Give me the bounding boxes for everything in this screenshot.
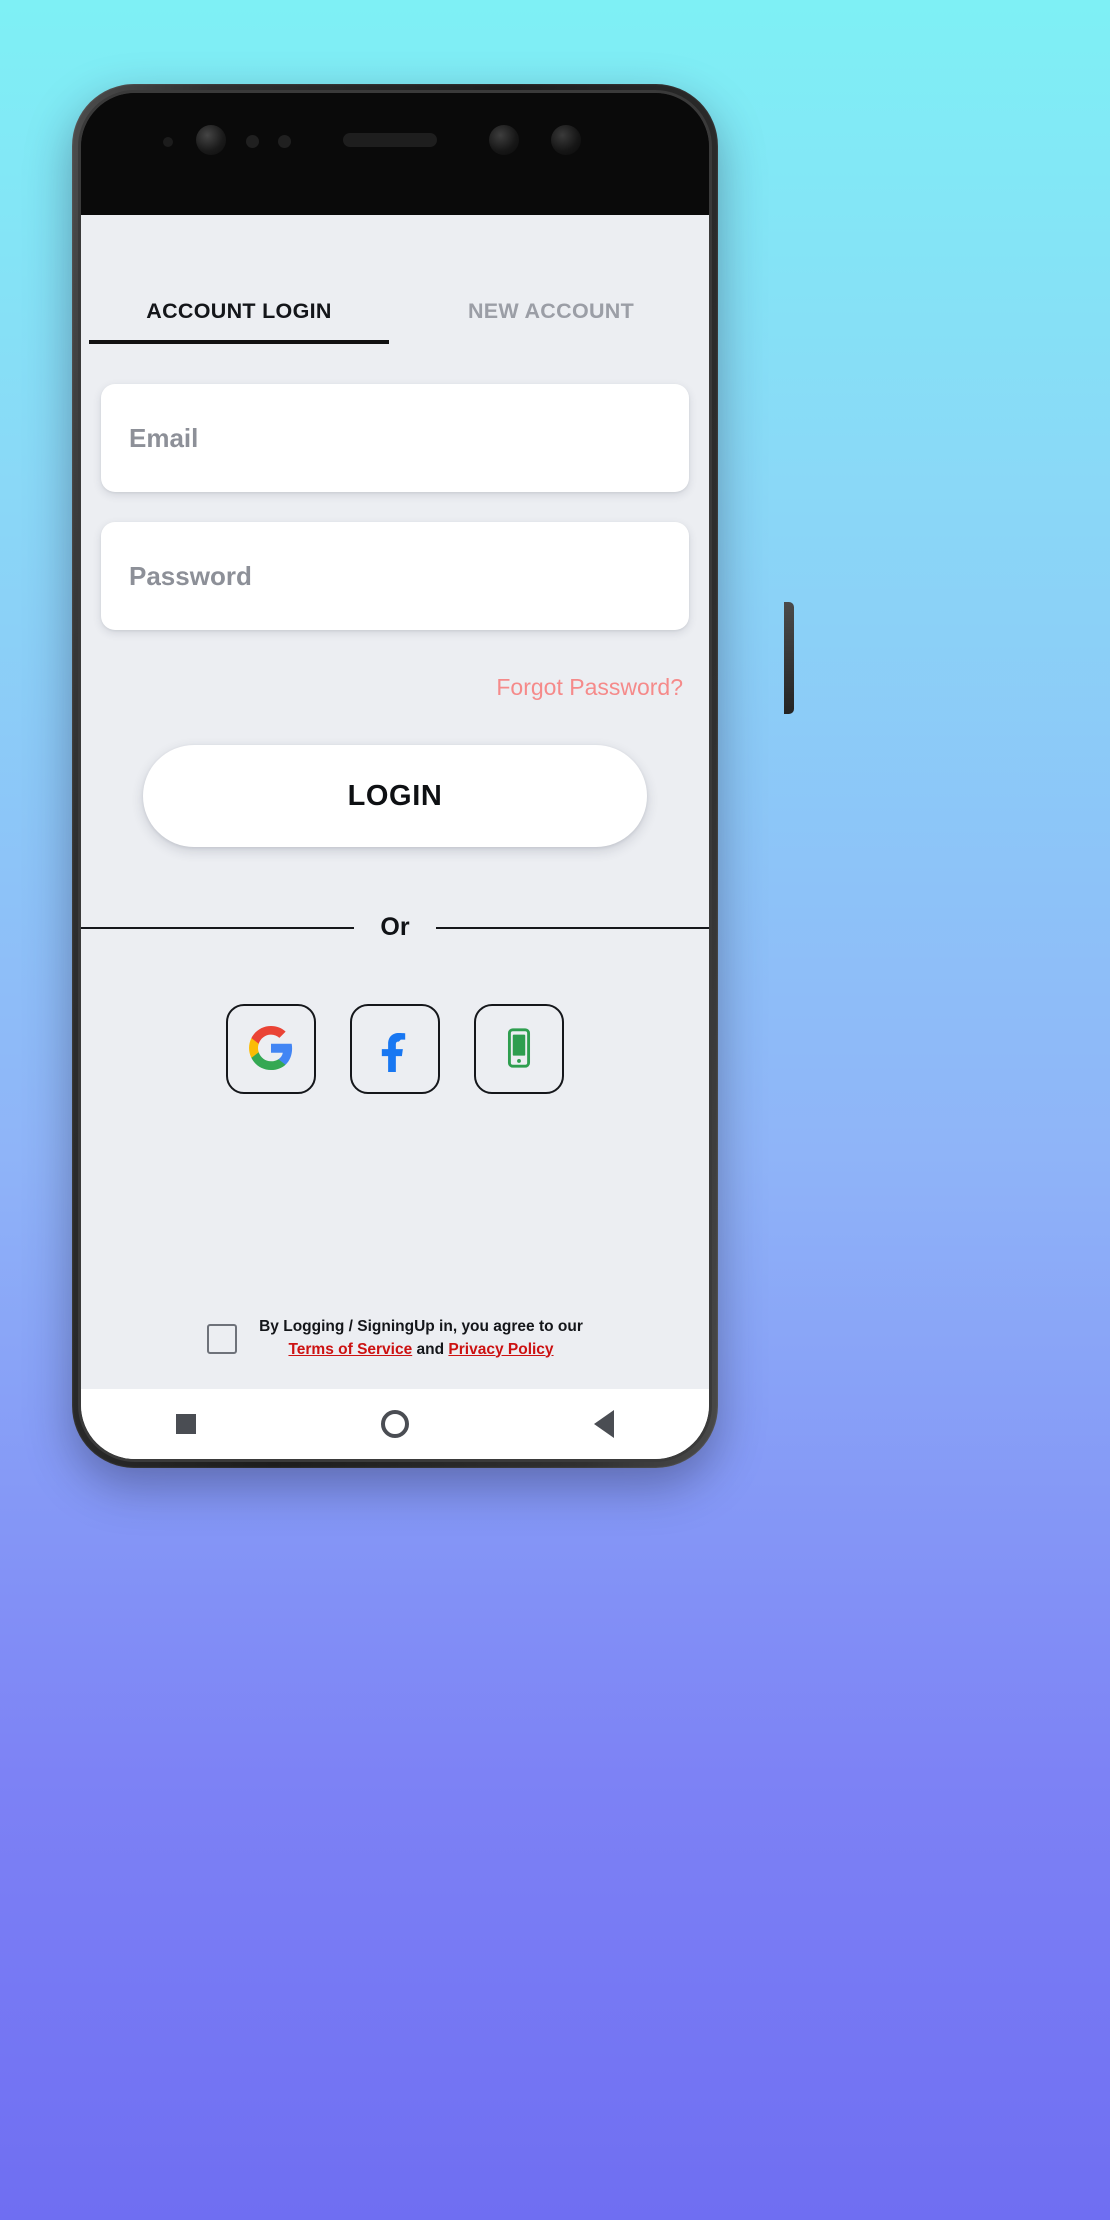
front-camera-icon	[196, 125, 226, 155]
power-button[interactable]	[784, 602, 794, 714]
terms-of-service-link[interactable]: Terms of Service	[288, 1341, 412, 1358]
password-field[interactable]	[101, 522, 689, 630]
home-icon	[380, 1410, 409, 1438]
device-bezel: ACCOUNT LOGIN NEW ACCOUNT Email Forgot P…	[78, 90, 712, 1462]
forgot-password-link[interactable]: Forgot Password?	[496, 674, 683, 700]
back-button[interactable]	[569, 1389, 639, 1459]
phone-top-bezel	[81, 93, 709, 215]
tab-account-login-label: ACCOUNT LOGIN	[146, 299, 332, 323]
or-divider: Or	[81, 913, 709, 942]
terms-text: By Logging / SigningUp in, you agree to …	[259, 1316, 583, 1361]
facebook-login-button[interactable]	[350, 1004, 440, 1094]
led-indicator-icon	[163, 137, 173, 147]
email-field[interactable]	[101, 384, 689, 492]
terms-conjunction: and	[416, 1340, 445, 1358]
login-app: ACCOUNT LOGIN NEW ACCOUNT Email Forgot P…	[81, 215, 709, 1389]
recents-icon	[175, 1414, 196, 1434]
tab-account-login[interactable]: ACCOUNT LOGIN	[83, 299, 395, 344]
proximity-sensor-icon	[246, 135, 259, 148]
divider-label: Or	[380, 913, 410, 941]
iris-scanner-icon	[489, 125, 519, 155]
recents-button[interactable]	[151, 1389, 221, 1459]
phone-login-button[interactable]	[474, 1004, 564, 1094]
auth-tab-bar: ACCOUNT LOGIN NEW ACCOUNT	[81, 299, 709, 344]
back-icon	[594, 1410, 615, 1438]
light-sensor-icon	[278, 135, 291, 148]
credentials-form	[81, 384, 709, 630]
password-input[interactable]	[129, 560, 661, 592]
email-input[interactable]	[129, 422, 661, 454]
android-navigation-bar	[81, 1389, 709, 1459]
tab-new-account[interactable]: NEW ACCOUNT	[395, 299, 707, 344]
home-button[interactable]	[360, 1389, 430, 1459]
login-button[interactable]: LOGIN	[143, 745, 647, 847]
phone-screen: ACCOUNT LOGIN NEW ACCOUNT Email Forgot P…	[81, 215, 709, 1459]
terms-checkbox[interactable]	[207, 1323, 238, 1354]
secondary-camera-icon	[551, 125, 581, 155]
google-icon	[247, 1024, 295, 1075]
privacy-policy-link[interactable]: Privacy Policy	[448, 1341, 553, 1358]
social-login-row	[81, 1004, 709, 1094]
terms-line-1: By Logging / SigningUp in, you agree to …	[259, 1318, 583, 1336]
facebook-icon	[371, 1024, 419, 1075]
login-button-wrap: LOGIN	[81, 745, 709, 847]
divider-rule-left	[81, 926, 355, 929]
divider-rule-right	[435, 926, 709, 929]
google-login-button[interactable]	[226, 1004, 316, 1094]
terms-agreement-row: By Logging / SigningUp in, you agree to …	[81, 1316, 709, 1361]
forgot-password-row: Forgot Password?	[81, 674, 709, 701]
phone-icon	[496, 1025, 542, 1074]
earpiece-speaker	[343, 133, 437, 147]
tab-new-account-label: NEW ACCOUNT	[467, 299, 635, 323]
phone-device: ACCOUNT LOGIN NEW ACCOUNT Email Forgot P…	[72, 84, 794, 1468]
